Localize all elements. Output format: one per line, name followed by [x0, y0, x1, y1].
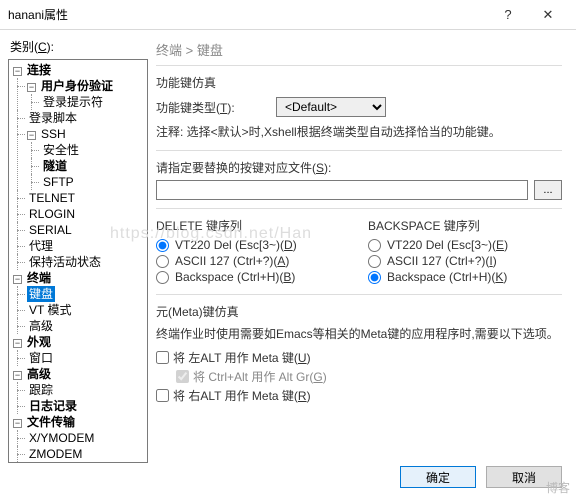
- fnkey-note: 注释: 选择<默认>时,Xshell根据终端类型自动选择恰当的功能键。: [156, 123, 562, 140]
- help-button[interactable]: ?: [488, 7, 528, 22]
- bsp-bksp-radio[interactable]: [368, 271, 381, 284]
- collapse-icon[interactable]: −: [13, 275, 22, 284]
- fnkey-type-select[interactable]: <Default>: [276, 97, 386, 117]
- meta-left-checkbox[interactable]: [156, 351, 169, 364]
- tree-node-advanced[interactable]: 高级: [27, 318, 55, 334]
- del-ascii-radio[interactable]: [156, 255, 169, 268]
- breadcrumb: 终端 > 键盘: [156, 38, 562, 66]
- window-title: hanani属性: [8, 6, 488, 23]
- fnkey-type-label: 功能键类型(T):: [156, 99, 266, 116]
- meta-altgr-label: 将 Ctrl+Alt 用作 Alt Gr(G): [193, 368, 327, 385]
- bsp-bksp-label: Backspace (Ctrl+H)(K): [387, 270, 507, 284]
- tree-node-window[interactable]: 窗口: [27, 350, 55, 366]
- tree-node-connection[interactable]: 连接: [25, 62, 53, 78]
- tree-node-auth[interactable]: 用户身份验证: [39, 78, 115, 94]
- section-fnkey: 功能键仿真: [156, 74, 562, 91]
- meta-altgr-checkbox: [176, 370, 189, 383]
- tree-node-filetransfer[interactable]: 文件传输: [25, 414, 77, 430]
- del-bksp-label: Backspace (Ctrl+H)(B): [175, 270, 295, 284]
- tree-node-log[interactable]: 日志记录: [27, 398, 79, 414]
- tree-node-ssh[interactable]: SSH: [39, 126, 68, 142]
- tree-node-tunnel[interactable]: 隧道: [41, 158, 69, 174]
- collapse-icon[interactable]: −: [13, 371, 22, 380]
- tree-node-sftp[interactable]: SFTP: [41, 174, 76, 190]
- close-button[interactable]: ✕: [528, 7, 568, 23]
- collapse-icon[interactable]: −: [13, 339, 22, 348]
- collapse-icon[interactable]: −: [13, 419, 22, 428]
- meta-note: 终端作业时使用需要如Emacs等相关的Meta键的应用程序时,需要以下选项。: [156, 326, 562, 343]
- bsp-ascii-radio[interactable]: [368, 255, 381, 268]
- ok-button[interactable]: 确定: [400, 466, 476, 488]
- tree-node-rlogin[interactable]: RLOGIN: [27, 206, 77, 222]
- collapse-icon[interactable]: −: [13, 67, 22, 76]
- tree-node-appearance[interactable]: 外观: [25, 334, 53, 350]
- category-label: 类别(C):: [8, 36, 148, 59]
- browse-button[interactable]: ...: [534, 180, 562, 200]
- tree-node-adv2[interactable]: 高级: [25, 366, 53, 382]
- watermark-corner: 博客: [546, 479, 570, 496]
- tree-node-zmodem[interactable]: ZMODEM: [27, 446, 84, 462]
- tree-node-loginprompt[interactable]: 登录提示符: [41, 94, 105, 110]
- titlebar: hanani属性 ? ✕: [0, 0, 576, 30]
- bsp-vt220-radio[interactable]: [368, 239, 381, 252]
- meta-title: 元(Meta)键仿真: [156, 303, 562, 320]
- tree-node-terminal[interactable]: 终端: [25, 270, 53, 286]
- del-ascii-label: ASCII 127 (Ctrl+?)(A): [175, 254, 289, 268]
- tree-node-security[interactable]: 安全性: [41, 142, 81, 158]
- meta-right-checkbox[interactable]: [156, 389, 169, 402]
- tree-node-serial[interactable]: SERIAL: [27, 222, 74, 238]
- category-tree[interactable]: −连接 −用户身份验证 登录提示符 登录脚本 −SSH 安全性 隧道 SFTP: [8, 59, 148, 463]
- meta-right-label: 将 右ALT 用作 Meta 键(R): [173, 387, 311, 404]
- tree-node-vtmode[interactable]: VT 模式: [27, 302, 73, 318]
- tree-node-trace[interactable]: 跟踪: [27, 382, 55, 398]
- tree-node-proxy[interactable]: 代理: [27, 238, 55, 254]
- tree-node-loginscript[interactable]: 登录脚本: [27, 110, 79, 126]
- tree-node-telnet[interactable]: TELNET: [27, 190, 77, 206]
- bsp-vt220-label: VT220 Del (Esc[3~)(E): [387, 238, 508, 252]
- delete-title: DELETE 键序列: [156, 217, 350, 234]
- tree-node-keyboard[interactable]: 键盘: [27, 286, 55, 302]
- tree-node-keepalive[interactable]: 保持活动状态: [27, 254, 103, 270]
- del-vt220-label: VT220 Del (Esc[3~)(D): [175, 238, 297, 252]
- backspace-title: BACKSPACE 键序列: [368, 217, 562, 234]
- keyfile-label: 请指定要替换的按键对应文件(S):: [156, 159, 562, 176]
- del-bksp-radio[interactable]: [156, 271, 169, 284]
- tree-node-xymodem[interactable]: X/YMODEM: [27, 430, 96, 446]
- collapse-icon[interactable]: −: [27, 83, 36, 92]
- meta-left-label: 将 左ALT 用作 Meta 键(U): [173, 349, 311, 366]
- bsp-ascii-label: ASCII 127 (Ctrl+?)(I): [387, 254, 497, 268]
- keyfile-input[interactable]: [156, 180, 528, 200]
- collapse-icon[interactable]: −: [27, 131, 36, 140]
- del-vt220-radio[interactable]: [156, 239, 169, 252]
